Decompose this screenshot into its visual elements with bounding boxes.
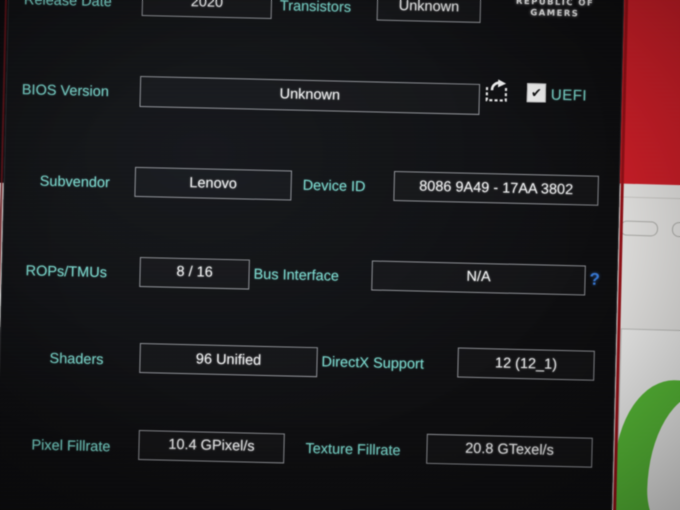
gpuz-window[interactable]: Release Date 2020 Transistors Unknown RE… [0,0,625,510]
transistors-label: Transistors [279,0,352,16]
gpuz-field-grid: Release Date 2020 Transistors Unknown RE… [0,0,624,510]
rog-logo: REPUBLIC OF GAMERS [500,0,610,21]
photo-of-monitor: Release Date 2020 Transistors Unknown RE… [0,0,680,510]
release-date-label: Release Date [23,0,112,11]
transistors-value: Unknown [376,0,482,23]
wallpaper-tab-shapes [619,220,680,239]
release-date-value: 2020 [141,0,273,20]
